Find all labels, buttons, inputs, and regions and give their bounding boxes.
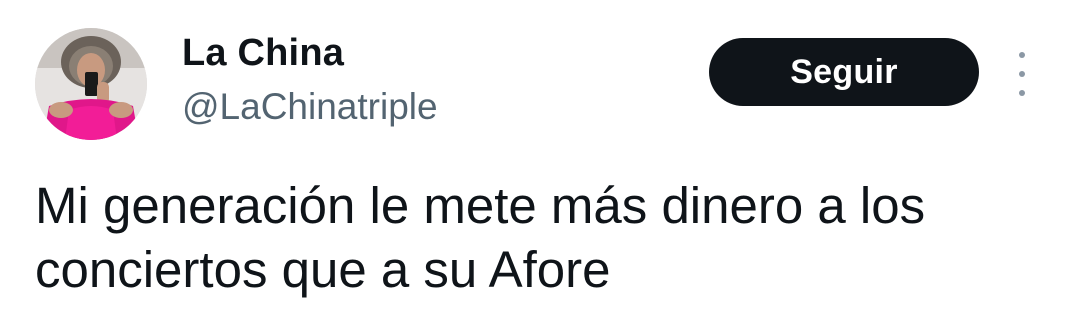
tweet-card: La China @LaChinatriple Seguir Mi genera… [0, 0, 1080, 323]
follow-button[interactable]: Seguir [709, 38, 979, 106]
dot [1019, 90, 1025, 96]
avatar-image [35, 28, 147, 140]
author-display-name[interactable]: La China [182, 30, 344, 76]
avatar[interactable] [35, 28, 147, 140]
dot [1019, 71, 1025, 77]
more-vertical-icon[interactable] [1010, 52, 1034, 96]
dot [1019, 52, 1025, 58]
tweet-text: Mi generación le mete más dinero a los c… [35, 177, 926, 298]
author-handle[interactable]: @LaChinatriple [182, 84, 438, 130]
